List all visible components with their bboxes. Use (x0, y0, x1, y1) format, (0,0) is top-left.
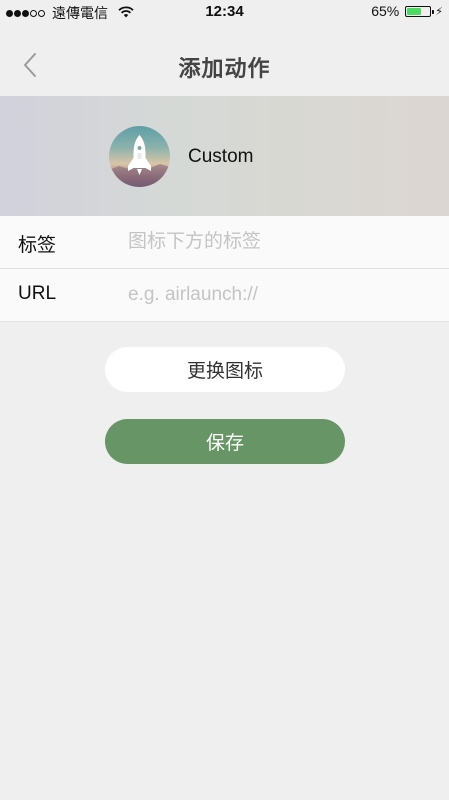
rocket-icon[interactable] (109, 126, 170, 187)
url-row: URL (0, 269, 449, 322)
url-input[interactable] (128, 279, 428, 311)
charging-bolt-icon: ⚡ (435, 5, 443, 18)
action-name: Custom (188, 146, 254, 167)
status-bar: 遠傳電信 12:34 65% ⚡ (0, 0, 449, 24)
label-field-label: 标签 (18, 235, 57, 256)
save-button[interactable]: 保存 (105, 419, 345, 464)
status-right: 65% ⚡ (371, 3, 443, 19)
battery-icon (405, 5, 435, 17)
battery-percent: 65% (371, 3, 400, 19)
change-icon-button[interactable]: 更换图标 (105, 347, 345, 392)
navigation-bar: 添加动作 (0, 24, 449, 96)
page-title: 添加动作 (178, 56, 271, 81)
label-input[interactable] (128, 226, 428, 258)
battery-level-fill (407, 7, 421, 15)
action-form: 标签 URL (0, 216, 449, 322)
url-field-label: URL (18, 283, 57, 304)
label-row: 标签 (0, 216, 449, 269)
action-preview-banner: Custom (0, 96, 449, 216)
